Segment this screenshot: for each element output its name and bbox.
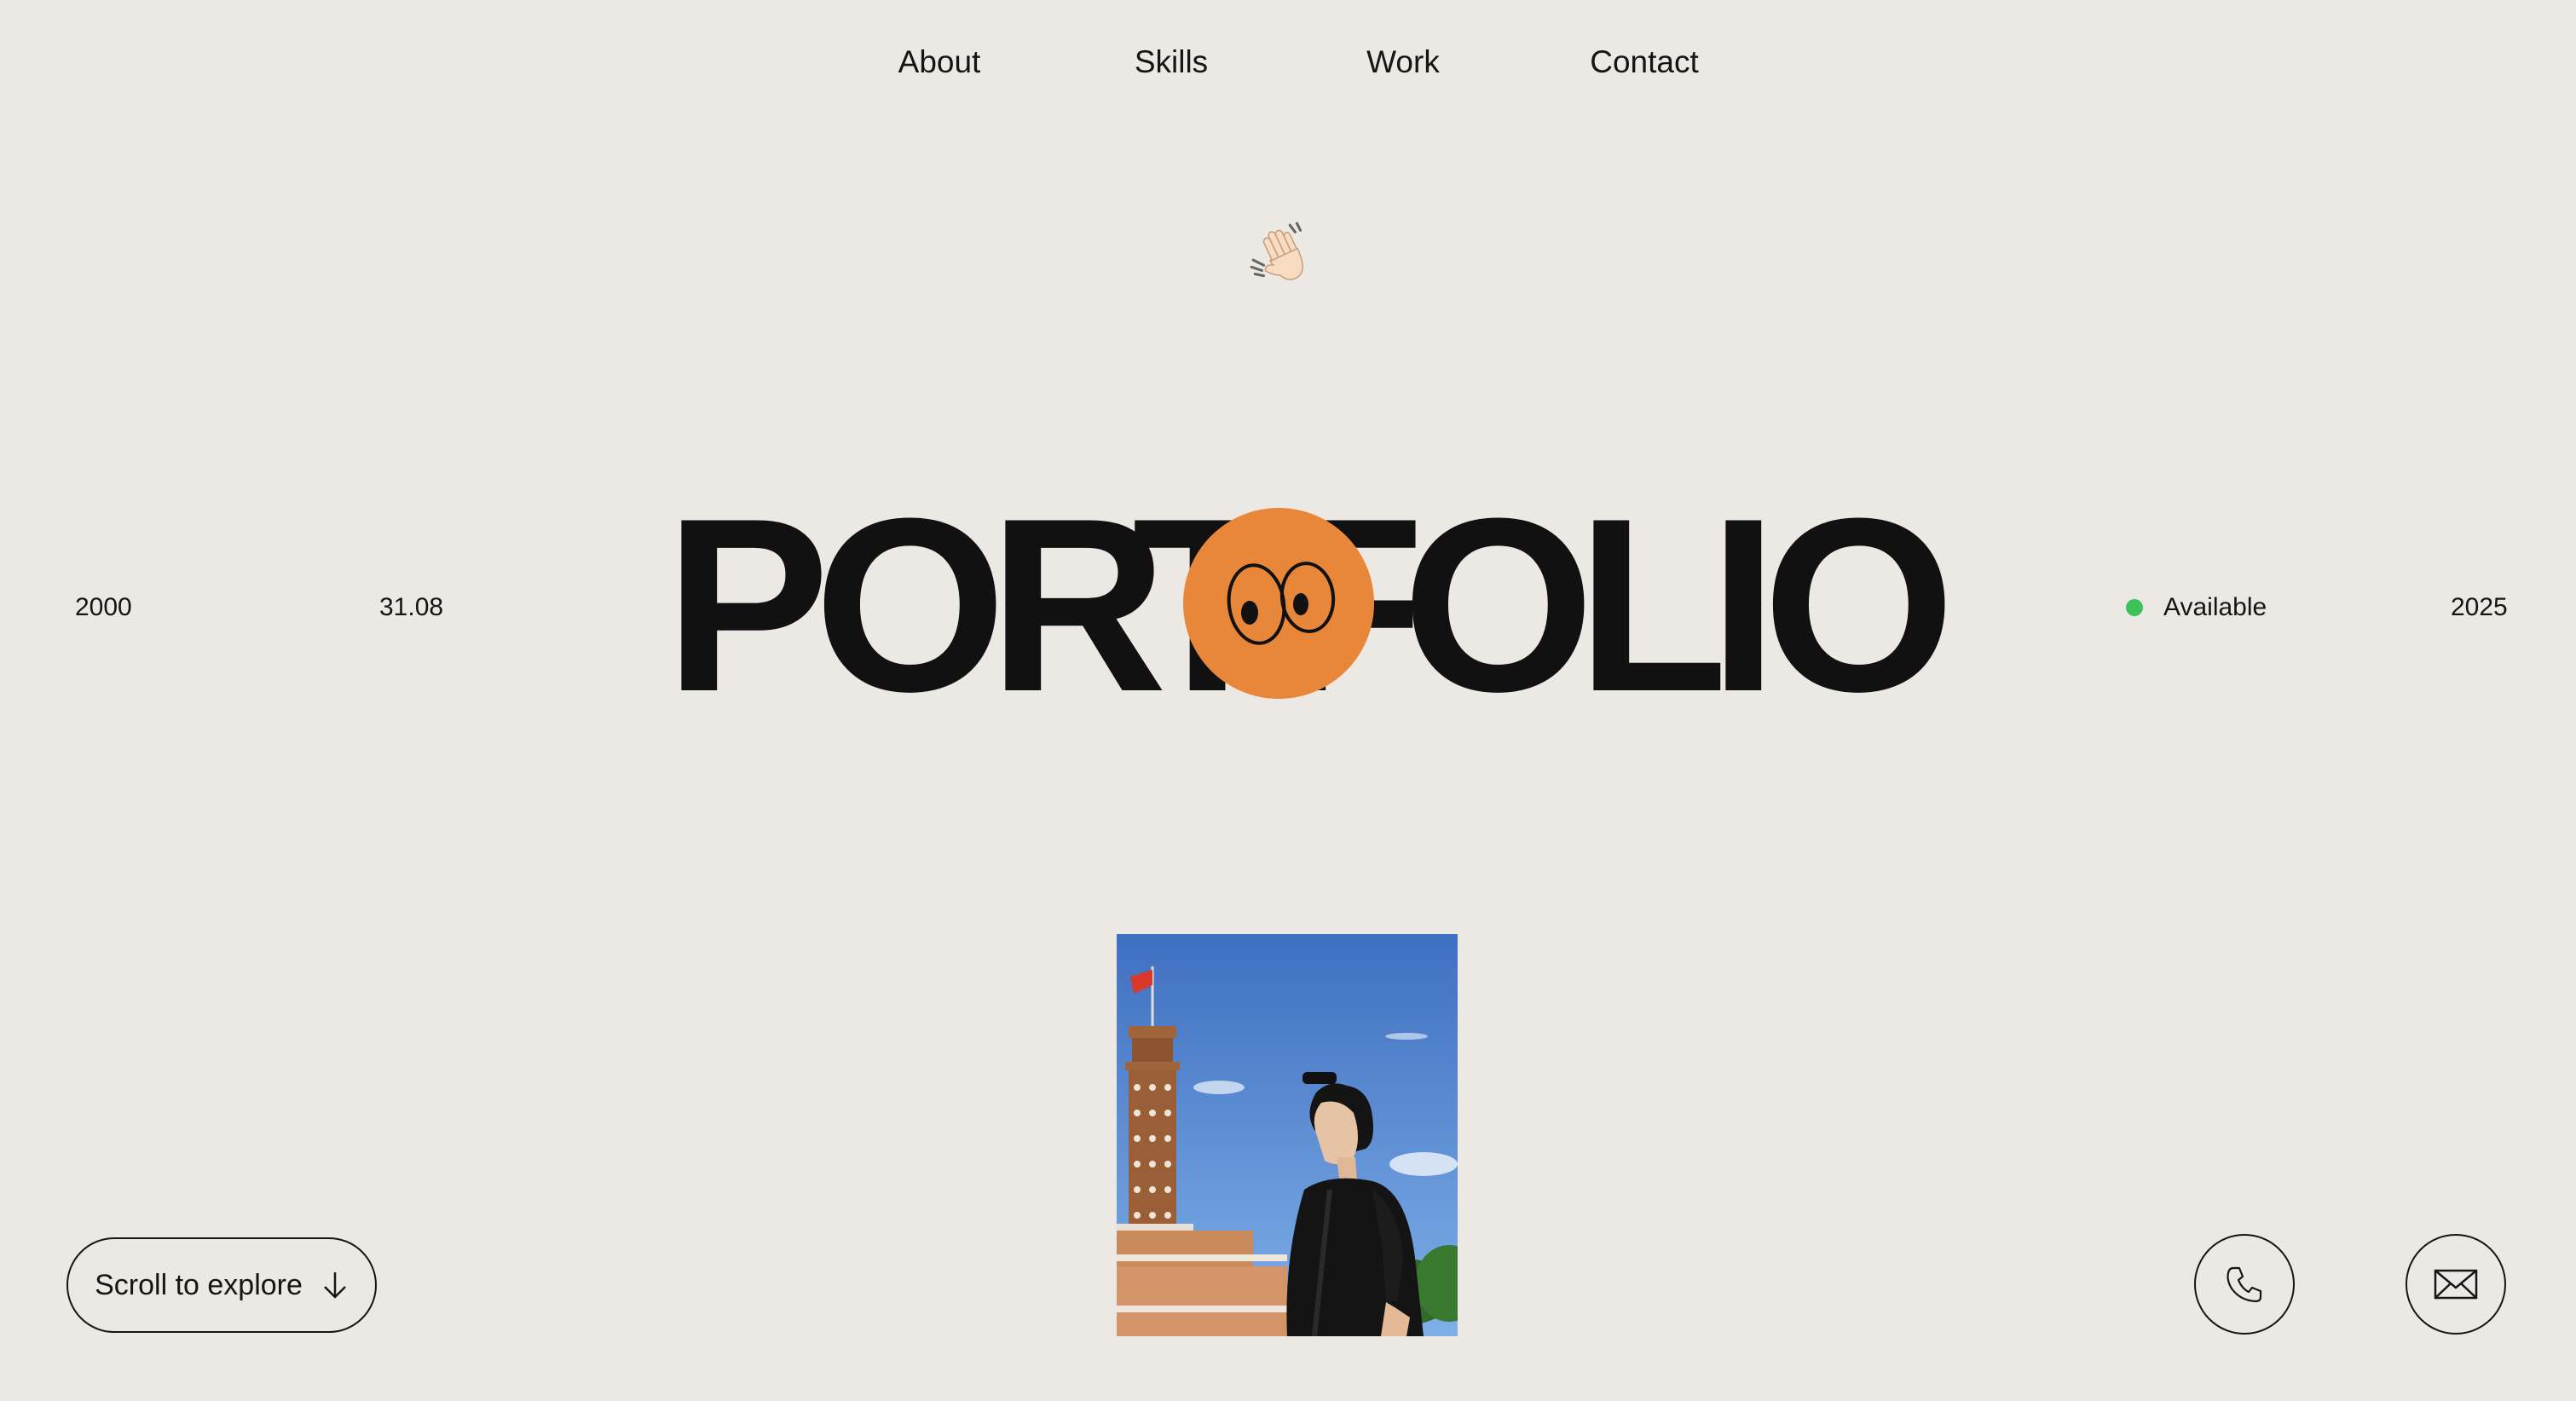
portrait-photo xyxy=(1117,934,1458,1336)
hero-letter: O xyxy=(1763,467,1955,743)
waving-hand-icon xyxy=(1250,222,1303,280)
hero-letter: L xyxy=(1577,467,1728,743)
nav-work[interactable]: Work xyxy=(1366,44,1440,80)
googly-eyes-badge xyxy=(1183,508,1374,699)
phone-button[interactable] xyxy=(2194,1234,2295,1335)
arrow-down-icon xyxy=(324,1272,346,1299)
mail-button[interactable] xyxy=(2406,1234,2506,1335)
birth-date: 31.08 xyxy=(379,593,444,621)
year-start: 2000 xyxy=(75,593,132,621)
mail-icon xyxy=(2434,1269,2478,1300)
year-current: 2025 xyxy=(2451,593,2508,621)
top-nav: About Skills Work Contact xyxy=(0,44,2576,87)
scroll-label: Scroll to explore xyxy=(95,1268,303,1301)
nav-skills[interactable]: Skills xyxy=(1135,44,1208,80)
hero-letter: O xyxy=(1402,467,1595,743)
phone-icon xyxy=(2227,1266,2262,1303)
hero-letter: O xyxy=(814,467,1007,743)
status-dot-icon xyxy=(2126,599,2143,616)
status-label: Available xyxy=(2163,593,2267,621)
availability-status: Available xyxy=(2126,593,2267,622)
googly-eyes-icon xyxy=(1227,562,1336,645)
scroll-to-explore-button[interactable]: Scroll to explore xyxy=(66,1237,377,1333)
nav-contact[interactable]: Contact xyxy=(1590,44,1699,80)
nav-about[interactable]: About xyxy=(898,44,981,80)
hero-letter: P xyxy=(665,467,829,743)
